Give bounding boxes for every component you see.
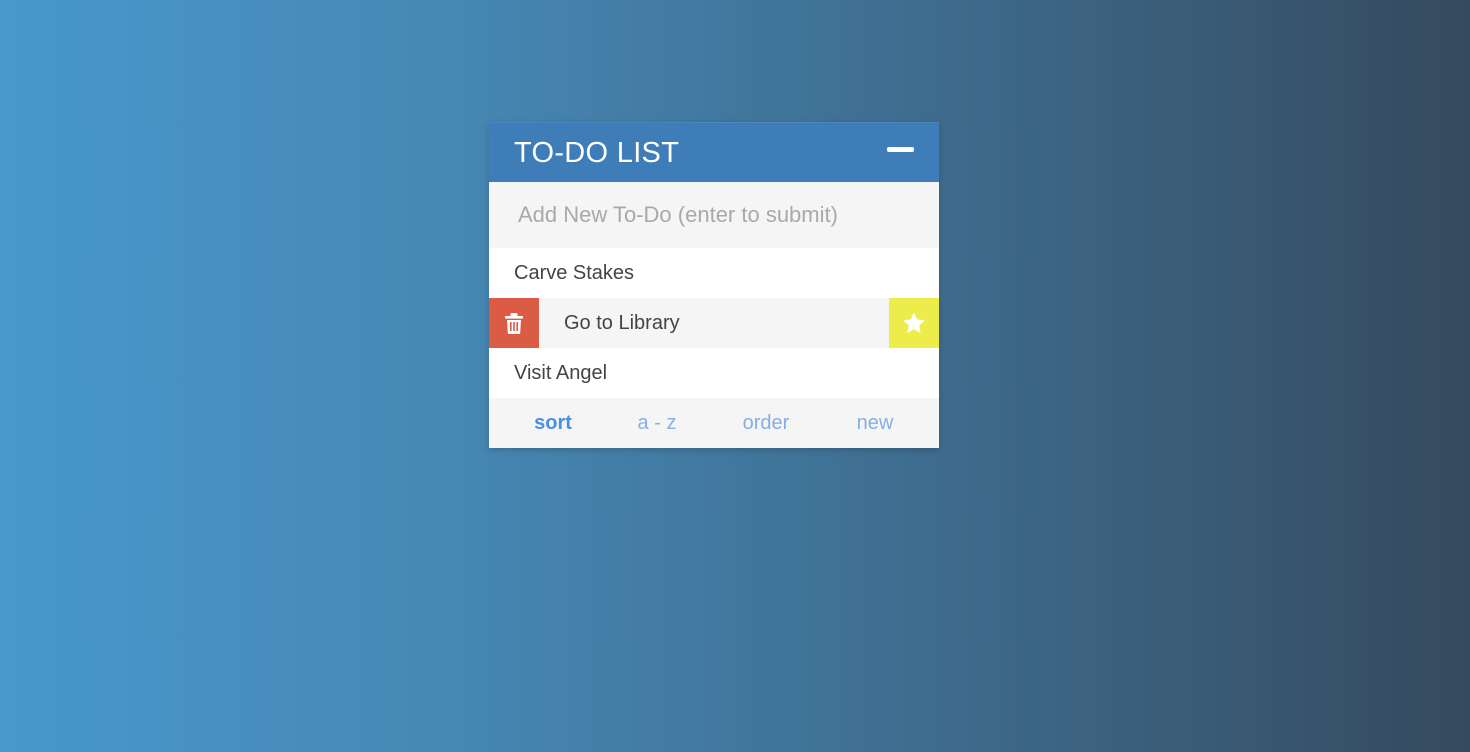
- todo-item-visit-angel[interactable]: Visit Angel: [489, 348, 939, 398]
- page-title: TO-DO LIST: [514, 137, 680, 169]
- todo-item-label: Visit Angel: [514, 362, 608, 384]
- minus-icon: [887, 147, 914, 152]
- new-todo-container: [489, 182, 939, 248]
- todo-item-label: Carve Stakes: [514, 262, 635, 284]
- todo-header: TO-DO LIST: [489, 122, 939, 182]
- todo-item-carve-stakes[interactable]: Carve Stakes: [489, 248, 939, 298]
- todo-list: Carve Stakes Go to Library Visit Angel: [489, 248, 939, 398]
- trash-icon: [505, 312, 523, 334]
- delete-button[interactable]: [489, 298, 539, 348]
- todo-item-go-to-library[interactable]: Go to Library: [489, 298, 939, 348]
- sort-az-button[interactable]: a - z: [638, 411, 677, 435]
- sort-footer: sort a - z order new: [489, 398, 939, 448]
- star-icon: [903, 312, 925, 333]
- todo-widget: TO-DO LIST Carve Stakes Go to Library: [489, 122, 939, 448]
- sort-button[interactable]: sort: [534, 411, 572, 435]
- new-todo-input[interactable]: [489, 182, 939, 248]
- sort-new-button[interactable]: new: [857, 411, 894, 435]
- collapse-button[interactable]: [887, 142, 915, 158]
- sort-order-button[interactable]: order: [743, 411, 790, 435]
- todo-item-label: Go to Library: [564, 312, 680, 334]
- star-button[interactable]: [889, 298, 939, 348]
